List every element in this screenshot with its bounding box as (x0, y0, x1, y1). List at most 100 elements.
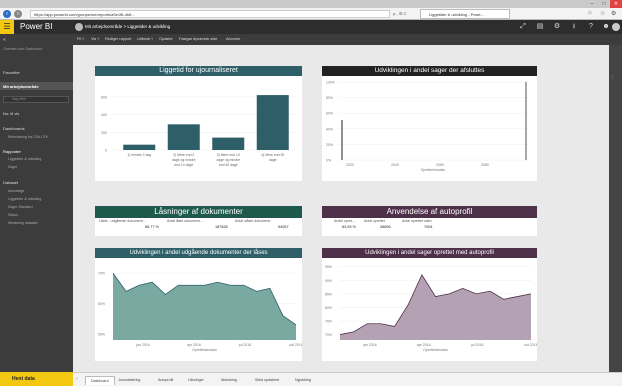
sidebar-dataset-item[interactable]: Status (8, 213, 18, 217)
sidebar: « Oversæt over Dashboard Favoritter Mit … (0, 34, 73, 386)
gear-icon[interactable]: ⚙ (611, 10, 616, 17)
x-tick-label: 2020 (346, 163, 354, 167)
x-tick-label: 3) Mere end 14 (217, 153, 240, 157)
area-chart: 50% 60% 70% jan 2016 apr 2016 jul 2016 okt 201… (98, 272, 302, 352)
x-tick-label: 4) Mere end 30 (261, 153, 284, 157)
maximize-icon[interactable]: □ (598, 0, 610, 8)
toolbar-file-menu[interactable]: Fil ˅ (77, 34, 84, 45)
x-tick-label: apr 2016 (187, 343, 201, 347)
kpi-value: 83,99 % (342, 225, 356, 229)
sidebar-report-item[interactable]: Sager (8, 165, 17, 169)
sidebar-dashboards[interactable]: Dashboards (3, 126, 25, 131)
kpi-header: Antal låste dokument... (167, 219, 203, 223)
sidebar-top-item[interactable]: Oversæt over Dashboard (3, 47, 42, 51)
x-tick-label: dage og mindre (172, 158, 196, 162)
tab-sidst-opdateret[interactable]: Sidst opdateret (250, 376, 284, 385)
sidebar-dataset-item[interactable]: Liggetider & udvikling (8, 197, 41, 201)
x-tick-label: 2040 (391, 163, 399, 167)
notification-icon[interactable]: ▤ (534, 22, 546, 32)
toolbar-view-menu[interactable]: Vis ˅ (91, 34, 99, 45)
sidebar-reports[interactable]: Rapporter (3, 149, 21, 154)
x-tick-label: 2080 (481, 163, 489, 167)
sidebar-search-input[interactable]: Søg efter (3, 96, 69, 103)
chart-title: Udviklingen i andel sager oprettet med a… (322, 248, 537, 258)
kpi-header: Låste - udgående dokument... (99, 219, 146, 223)
y-tick-label: 20% (326, 143, 333, 147)
y-tick-label: 100% (326, 81, 335, 85)
help-icon[interactable]: ? (585, 22, 597, 32)
page-tabs: ‹ Dashboard Journalisering Autoprofil Lå… (73, 372, 622, 386)
sidebar-recent[interactable]: Nu: til vis (3, 111, 19, 116)
kpi-value: 36896 (380, 225, 391, 229)
area-chart: 70% 75% 80% 85% 90% 95% jan 2016 apr 2016 jul 20… (325, 265, 537, 352)
sidebar-dashboard-item[interactable]: Rekruttering fra CSA CFK (8, 135, 48, 139)
x-tick-label: end 30 dage (219, 163, 238, 167)
window-titlebar: – □ ✕ (0, 0, 622, 8)
toolbar-subscribe-button[interactable]: Abonner (226, 34, 240, 45)
smiley-icon[interactable]: ☻ (600, 22, 612, 32)
tab-journalisering[interactable]: Journalisering (113, 376, 145, 385)
menu-icon[interactable]: ☰ (0, 20, 14, 34)
tab-afslutning[interactable]: Afslutning (216, 376, 242, 385)
chart-title: Liggetid for ujournaliseret (95, 66, 302, 76)
x-tick-label: 2060 (436, 163, 444, 167)
area-chart-autoprofile-card[interactable]: Udviklingen i andel sager oprettet med a… (322, 248, 537, 361)
tab-autoprofil[interactable]: Autoprofil (153, 376, 178, 385)
y-tick-label: 70% (325, 333, 332, 337)
sidebar-workspace[interactable]: Mit arbejdsområde (3, 84, 39, 89)
home-icon[interactable]: ⌂ (588, 10, 592, 16)
y-tick-label: 0 (105, 149, 107, 153)
kpi-header: Antal oprettet (364, 219, 385, 223)
bar-chart-card[interactable]: Liggetid for ujournaliseret 0 200 400 600 1)… (95, 66, 302, 181)
breadcrumb[interactable]: Mit arbejdsområde > Liggetider & udvikli… (85, 23, 170, 31)
user-avatar[interactable] (612, 23, 620, 31)
x-tick-label: 2) Mere end 2 (173, 153, 194, 157)
x-tick-label: jul 2016 (238, 343, 251, 347)
line-chart-card[interactable]: Udviklingen i andel sager der afsluttes … (322, 66, 537, 181)
report-toolbar: Fil ˅ Vis ˅ Rediger rapport Udforsk ˅ Op… (73, 34, 622, 45)
kpi-value: 94057 (278, 225, 289, 229)
kpi-value: 187828 (215, 225, 228, 229)
minimize-icon[interactable]: – (586, 0, 598, 8)
close-icon[interactable]: ✕ (610, 0, 622, 8)
sidebar-datasets[interactable]: Datasæt (3, 180, 18, 185)
sidebar-dataset-item[interactable]: Sager Standard (8, 205, 33, 209)
y-tick-label: 400 (101, 113, 107, 117)
expand-icon[interactable]: ⤢ (517, 22, 529, 32)
x-tick-label: jan 2016 (135, 343, 149, 347)
url-input[interactable]: https://app.powerbi.com/groups/me/report… (30, 10, 390, 18)
back-icon[interactable]: ‹ (3, 10, 11, 18)
sidebar-dataset-item[interactable]: Streaming datasæt (8, 221, 38, 225)
y-tick-label: 95% (325, 265, 332, 269)
star-icon[interactable]: ☆ (600, 10, 605, 17)
settings-icon[interactable]: ⚙ (551, 22, 563, 32)
autoprofile-kpi-card[interactable]: Anvendelse af autoprofil Andel opret... … (322, 206, 537, 236)
filters-pane-collapsed[interactable]: ⫶ (609, 45, 622, 372)
y-tick-label: 75% (325, 320, 332, 324)
download-icon[interactable]: ⭳ (568, 22, 580, 32)
x-axis-label: Oprettelsesdato (423, 348, 448, 352)
toolbar-edit-button[interactable]: Rediger rapport (105, 34, 131, 45)
app-header: ☰ Power BI Mit arbejdsområde > Liggetide… (0, 20, 622, 34)
toolbar-pin-button[interactable]: Fastgør dynamisk side (179, 34, 217, 45)
tab-nyjobbing[interactable]: Nyjobbing (290, 376, 316, 385)
sidebar-favorites[interactable]: Favoritter (3, 70, 20, 75)
sidebar-dataset-item[interactable]: Ansvarlige (8, 189, 24, 193)
toolbar-refresh-button[interactable]: Opdater (159, 34, 173, 45)
collapse-icon[interactable]: « (3, 37, 6, 43)
tab-dashboard[interactable]: Dashboard (85, 376, 115, 385)
y-tick-label: 50% (98, 332, 105, 336)
browser-tab[interactable]: Liggetider & udvikling - Powe... (420, 9, 510, 19)
x-tick-label: 1) mindre 2 dag (127, 153, 151, 157)
tab-laasninger[interactable]: Låsninger (183, 376, 209, 385)
tab-prev-icon[interactable]: ‹ (76, 376, 78, 382)
locking-kpi-card[interactable]: Låsninger af dokumenter Låste - udgående… (95, 206, 302, 236)
area-chart-locking-card[interactable]: Udviklingen i andel udgående dokumenter … (95, 248, 302, 361)
toolbar-explore-menu[interactable]: Udforsk ˅ (137, 34, 153, 45)
sidebar-report-item[interactable]: Liggetider & udvikling (8, 157, 41, 161)
forward-icon[interactable]: › (14, 10, 22, 18)
filters-icon[interactable]: ⫶ (612, 75, 613, 81)
line-chart: 0% 20% 40% 60% 80% 100% 2020 2040 2060 2080 Oprett… (326, 81, 528, 172)
browser-address-bar: ‹ › https://app.powerbi.com/groups/me/re… (0, 8, 622, 20)
get-data-button[interactable]: Hent data (0, 372, 73, 386)
